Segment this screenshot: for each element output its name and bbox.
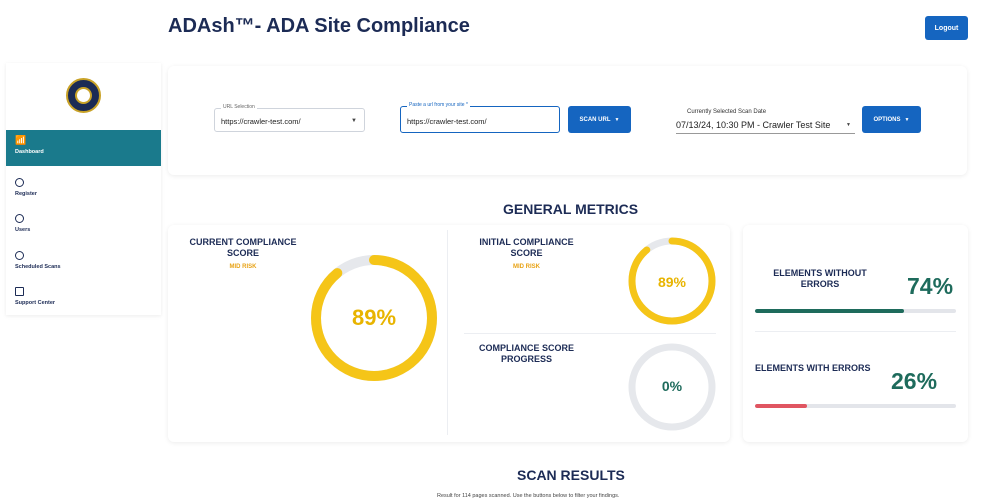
with-errors-value: 26% — [891, 368, 938, 394]
current-risk-badge: MID RISK — [229, 264, 257, 270]
initial-score-label: INITIAL COMPLIANCE SCORE — [479, 237, 574, 258]
sidebar-item-scheduled-scans[interactable]: Scheduled Scans — [6, 245, 161, 281]
without-errors-label: ELEMENTS WITHOUT ERRORS — [773, 268, 867, 289]
circle-icon — [15, 214, 24, 223]
without-errors-bar — [755, 309, 956, 313]
url-selection-dropdown[interactable]: URL Selection https://crawler-test.com/ … — [214, 104, 365, 132]
horizontal-divider — [755, 331, 956, 332]
current-score-value: 89% — [351, 305, 397, 330]
url-selection-value: https://crawler-test.com/ — [221, 117, 301, 126]
scan-results-title: SCAN RESULTS — [517, 467, 625, 483]
with-errors-bar — [755, 404, 956, 408]
options-button[interactable]: OPTIONS ▼ — [862, 106, 921, 133]
general-metrics-title: GENERAL METRICS — [503, 201, 639, 217]
app-title: ADAsh™- ADA Site Compliance — [168, 15, 470, 37]
progress-label: COMPLIANCE SCORE PROGRESS — [478, 343, 574, 364]
sidebar-item-label: Scheduled Scans — [15, 264, 61, 270]
scan-date-underline — [676, 133, 855, 134]
logout-button[interactable]: Logout — [925, 16, 968, 40]
current-score-label: CURRENT COMPLIANCE SCORE — [189, 237, 297, 258]
compliance-score-card: CURRENT COMPLIANCE SCORE MID RISK 89% IN… — [168, 225, 730, 442]
caret-down-icon: ▼ — [351, 118, 357, 124]
sidebar-item-register[interactable]: Register — [6, 172, 161, 208]
sidebar-item-label: Users — [15, 227, 31, 233]
initial-risk-badge: MID RISK — [513, 264, 540, 270]
sidebar-item-dashboard[interactable]: 📶 Dashboard — [6, 130, 161, 166]
circle-icon — [15, 251, 24, 260]
progress-value: 0% — [661, 378, 683, 394]
url-input-value: https://crawler-test.com/ — [407, 117, 487, 126]
grid-icon — [15, 287, 24, 296]
scan-date-label: Currently Selected Scan Date — [687, 109, 767, 115]
scan-url-label: SCAN URL — [579, 116, 611, 123]
chevron-down-icon: ▼ — [614, 116, 620, 123]
vertical-divider — [447, 230, 448, 435]
wifi-icon: 📶 — [15, 135, 27, 145]
seal-logo-icon — [66, 78, 101, 113]
sidebar-item-label: Dashboard — [15, 149, 44, 155]
initial-score-value: 89% — [657, 274, 687, 290]
sidebar-item-label: Register — [15, 191, 38, 197]
with-errors-label: ELEMENTS WITH ERRORS — [755, 363, 871, 373]
without-errors-value: 74% — [907, 273, 954, 299]
options-label: OPTIONS — [873, 116, 901, 123]
sidebar-item-support-center[interactable]: Support Center — [6, 281, 161, 317]
caret-down-icon: ▼ — [846, 122, 851, 128]
scan-url-button[interactable]: SCAN URL ▼ — [568, 106, 631, 133]
circle-icon — [15, 178, 24, 187]
url-selection-label: URL Selection — [221, 104, 257, 110]
url-input-label: Paste a url from your site * — [407, 102, 470, 108]
sidebar-item-label: Support Center — [15, 300, 56, 306]
scan-controls-panel: URL Selection https://crawler-test.com/ … — [168, 66, 967, 175]
scan-results-note: Result for 114 pages scanned. Use the bu… — [437, 493, 620, 499]
elements-errors-card: ELEMENTS WITHOUT ERRORS 74% ELEMENTS WIT… — [743, 225, 968, 442]
bar-fill — [755, 404, 808, 408]
chevron-down-icon: ▼ — [904, 116, 910, 123]
scan-date-select[interactable]: 07/13/24, 10:30 PM - Crawler Test Site — [676, 120, 830, 130]
bar-fill — [755, 309, 904, 313]
url-input[interactable]: Paste a url from your site * https://cra… — [400, 102, 560, 133]
horizontal-divider — [464, 333, 716, 334]
sidebar-item-users[interactable]: Users — [6, 208, 161, 244]
sidebar: 📶 Dashboard Register Users Scheduled Sca… — [6, 63, 161, 315]
